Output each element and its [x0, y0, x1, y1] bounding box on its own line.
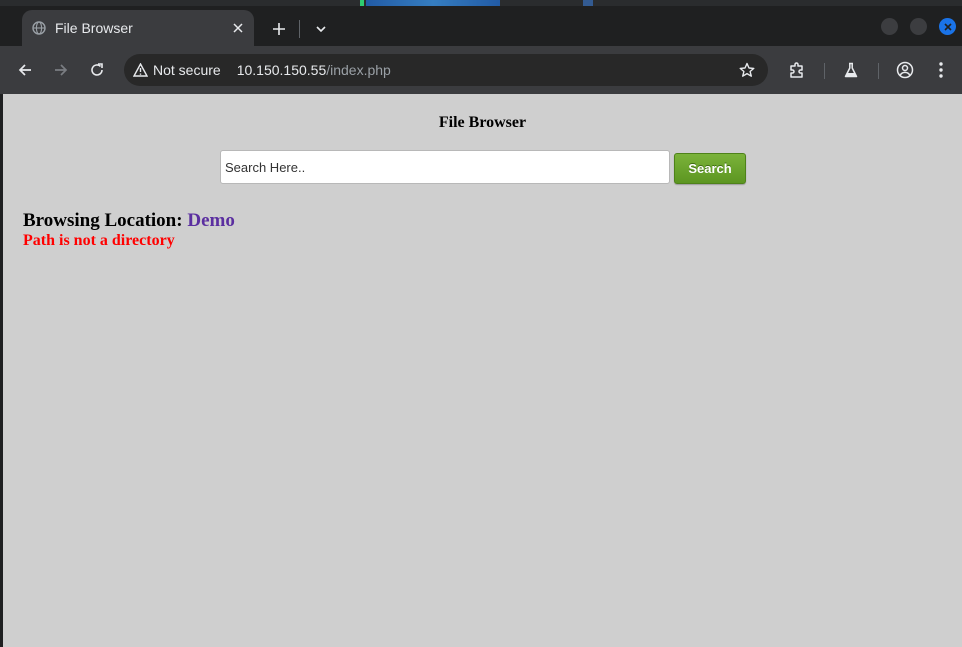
security-label: Not secure [153, 62, 221, 78]
close-icon[interactable] [228, 18, 248, 38]
browser-menu-button[interactable] [929, 58, 953, 82]
search-button[interactable]: Search [674, 153, 746, 184]
flask-icon [844, 62, 858, 78]
new-tab-button[interactable] [266, 16, 292, 42]
error-message: Path is not a directory [23, 232, 175, 249]
toolbar-separator [824, 63, 825, 79]
url-path: /index.php [326, 62, 391, 78]
browser-toolbar: Not secure 10.150.150.55/index.php [0, 46, 962, 94]
chevron-down-icon [316, 26, 326, 32]
close-icon [943, 22, 952, 31]
page-content: File Browser Search Browsing Location: D… [3, 94, 962, 647]
maximize-window-button[interactable] [910, 18, 927, 35]
tab-separator [299, 20, 300, 38]
toolbar-separator [878, 63, 879, 79]
reload-button[interactable] [85, 58, 109, 82]
page-title: File Browser [438, 114, 527, 131]
kebab-menu-icon [939, 62, 943, 78]
tab-strip: File Browser [0, 6, 962, 46]
url-host: 10.150.150.55 [236, 62, 327, 78]
browsing-location-heading: Browsing Location: Demo [23, 210, 235, 232]
plus-icon [273, 23, 285, 35]
labs-button[interactable] [839, 58, 863, 82]
tab-title: File Browser [55, 20, 133, 36]
profile-icon [896, 61, 914, 79]
globe-icon [32, 21, 46, 35]
arrow-left-icon [18, 64, 31, 76]
browser-tab[interactable]: File Browser [22, 10, 254, 46]
star-icon [739, 62, 755, 77]
puzzle-icon [790, 62, 803, 78]
tab-list-button[interactable] [308, 16, 334, 42]
site-security-chip[interactable]: Not secure [133, 62, 221, 78]
forward-button[interactable] [49, 58, 73, 82]
close-window-button[interactable] [939, 18, 956, 35]
extensions-button[interactable] [785, 58, 809, 82]
back-button[interactable] [13, 58, 37, 82]
profile-button[interactable] [893, 58, 917, 82]
arrow-right-icon [55, 64, 68, 76]
bookmark-button[interactable] [735, 58, 759, 82]
minimize-window-button[interactable] [881, 18, 898, 35]
browsing-location-link[interactable]: Demo [187, 210, 234, 231]
warning-triangle-icon [133, 63, 148, 77]
browsing-location-label: Browsing Location: [23, 210, 183, 231]
reload-icon [91, 63, 103, 76]
address-bar[interactable]: Not secure 10.150.150.55/index.php [124, 54, 768, 86]
url-text[interactable]: 10.150.150.55/index.php [237, 62, 391, 78]
search-input[interactable] [220, 150, 670, 184]
